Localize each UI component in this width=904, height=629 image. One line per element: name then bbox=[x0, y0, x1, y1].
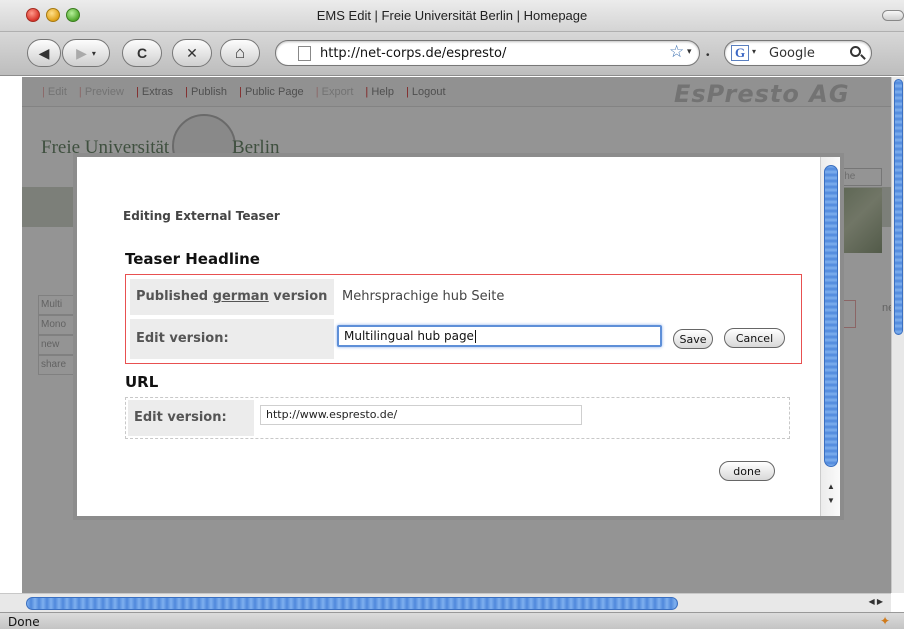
published-label-suffix: version bbox=[268, 289, 328, 304]
german-version-link[interactable]: german bbox=[213, 289, 269, 304]
toolbar-toggle-button[interactable] bbox=[882, 10, 904, 21]
home-button[interactable]: ⌂ bbox=[220, 39, 260, 67]
url-section-title: URL bbox=[125, 373, 159, 391]
window-title: EMS Edit | Freie Universität Berlin | Ho… bbox=[316, 8, 588, 23]
search-input[interactable]: Google bbox=[769, 46, 815, 61]
history-dropdown-icon: ▾ bbox=[91, 48, 96, 58]
scroll-up-icon[interactable]: ▲ bbox=[827, 482, 835, 491]
page-horizontal-scroll-thumb[interactable] bbox=[26, 597, 678, 610]
page-icon bbox=[298, 46, 311, 61]
firebug-icon[interactable]: ✦ bbox=[880, 614, 890, 628]
address-text[interactable]: http://net-corps.de/espresto/ bbox=[320, 46, 506, 61]
url-edit-label: Edit version: bbox=[128, 400, 254, 436]
page-vertical-scroll-thumb[interactable] bbox=[894, 79, 903, 335]
forward-arrow-icon: ▶ bbox=[76, 44, 87, 61]
stop-icon: ✕ bbox=[186, 44, 198, 61]
address-bar[interactable]: http://net-corps.de/espresto/ ☆ ▾ bbox=[275, 40, 700, 66]
browser-toolbar: ◀ ▶ ▾ C ✕ ⌂ http://net-corps.de/espresto… bbox=[0, 32, 904, 76]
published-version-value: Mehrsprachige hub Seite bbox=[342, 289, 505, 304]
home-icon: ⌂ bbox=[234, 43, 246, 62]
published-label-text: Published bbox=[136, 289, 213, 304]
forward-button[interactable]: ▶ ▾ bbox=[62, 39, 110, 67]
separator-dot: • bbox=[706, 50, 710, 61]
window-titlebar: EMS Edit | Freie Universität Berlin | Ho… bbox=[0, 0, 904, 32]
back-button[interactable]: ◀ bbox=[27, 39, 61, 67]
google-icon[interactable]: G bbox=[731, 45, 749, 61]
horizontal-scroll-arrows-icon[interactable]: ◀ ▶ bbox=[868, 597, 883, 606]
scroll-down-icon[interactable]: ▼ bbox=[827, 496, 835, 505]
edit-version-label: Edit version: bbox=[130, 319, 334, 359]
search-engine-dropdown-icon[interactable]: ▾ bbox=[752, 47, 756, 56]
teaser-headline-title: Teaser Headline bbox=[125, 250, 260, 268]
reload-icon: C bbox=[136, 45, 148, 61]
search-bar[interactable]: G ▾ Google bbox=[724, 40, 872, 66]
dialog-scroll-thumb[interactable] bbox=[824, 165, 838, 467]
dialog-scrollbar[interactable]: ▲ ▼ bbox=[820, 157, 840, 516]
reload-button[interactable]: C bbox=[122, 39, 162, 67]
status-text: Done bbox=[8, 615, 40, 629]
edit-teaser-dialog: Editing External Teaser Teaser Headline … bbox=[73, 153, 844, 520]
page-vertical-scrollbar[interactable] bbox=[891, 77, 904, 593]
bookmark-dropdown-icon[interactable]: ▾ bbox=[687, 46, 692, 57]
page-horizontal-scrollbar[interactable]: ◀ ▶ bbox=[0, 593, 891, 612]
dialog-content: Editing External Teaser Teaser Headline … bbox=[77, 157, 824, 516]
bookmark-star-icon[interactable]: ☆ bbox=[669, 42, 684, 62]
back-arrow-icon: ◀ bbox=[38, 44, 50, 61]
status-bar: Done ✦ bbox=[0, 612, 904, 629]
teaser-headline-box: Published german version Mehrsprachige h… bbox=[125, 274, 802, 364]
save-button[interactable]: Save bbox=[673, 329, 713, 349]
text-caret bbox=[474, 330, 476, 343]
headline-edit-input[interactable]: Multilingual hub page bbox=[337, 325, 662, 347]
dialog-heading: Editing External Teaser bbox=[123, 209, 280, 223]
cancel-button[interactable]: Cancel bbox=[724, 328, 785, 348]
url-edit-input[interactable]: http://www.espresto.de/ bbox=[260, 405, 582, 425]
headline-edit-text: Multilingual hub page bbox=[344, 329, 474, 343]
stop-button[interactable]: ✕ bbox=[172, 39, 212, 67]
done-button[interactable]: done bbox=[719, 461, 775, 481]
search-icon[interactable] bbox=[850, 46, 861, 57]
published-version-label: Published german version bbox=[130, 279, 334, 315]
url-box: Edit version: http://www.espresto.de/ bbox=[125, 397, 790, 439]
